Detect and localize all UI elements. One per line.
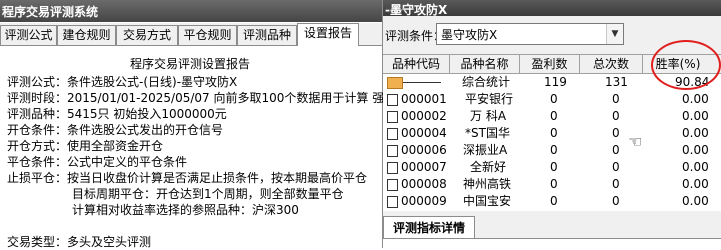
col-header-code[interactable]: 品种代码 — [383, 55, 450, 73]
window-titlebar: 程序交易评测系统 — [0, 0, 382, 22]
cell-code: 000006 — [401, 143, 447, 157]
col-header-total[interactable]: 总次数 — [580, 55, 643, 73]
table-row[interactable]: 000001 平安银行 0 0 0.00 — [383, 91, 721, 107]
cell-total: 0 — [612, 109, 620, 123]
report-line: 评测公式：条件选股公式-(日线)-墨守攻防X — [7, 75, 238, 89]
chevron-down-icon[interactable]: ▼ — [606, 24, 623, 44]
tree-line — [403, 82, 441, 83]
cell-total: 0 — [612, 126, 620, 140]
filter-combobox[interactable]: 墨守攻防X ▼ — [436, 23, 624, 45]
tab-bar: 评测公式 建仓规则 交易方式 平仓规则 评测品种 设置报告 — [0, 23, 382, 46]
cell-name: *ST国华 — [465, 126, 510, 140]
cell-code: 000007 — [401, 160, 447, 174]
hand-cursor-icon: ☜ — [628, 132, 643, 151]
report-line: 目标周期平仓：开仓达到1个周期，则全部数量平仓 — [72, 187, 344, 201]
cell-wins: 0 — [550, 109, 558, 123]
cell-code: 000002 — [401, 109, 447, 123]
row-checkbox[interactable] — [387, 128, 398, 140]
cell-winrate: 0.00 — [682, 92, 709, 106]
results-window: -墨守攻防X 评测条件： 墨守攻防X ▼ 品种代码 品种名称 盈利数 总次数 胜… — [383, 0, 721, 249]
cell-wins: 0 — [550, 143, 558, 157]
report-line: 止损平仓：按当日收盘价计算是否满足止损条件，按本期最高价平仓 — [7, 171, 368, 185]
tab-close-rules[interactable]: 平仓规则 — [178, 25, 237, 45]
row-checkbox[interactable] — [387, 196, 398, 208]
cell-total: 0 — [612, 143, 620, 157]
row-checkbox[interactable] — [387, 94, 398, 106]
highlight-circle — [651, 40, 721, 90]
table-row[interactable]: 000008 神州高铁 0 0 0.00 — [383, 176, 721, 192]
report-window: 程序交易评测系统 评测公式 建仓规则 交易方式 平仓规则 评测品种 设置报告 程… — [0, 0, 396, 249]
cell-winrate: 0.00 — [682, 160, 709, 174]
cell-name: 中国宝安 — [463, 194, 512, 208]
report-line: 平仓条件：公式中定义的平仓条件 — [7, 155, 188, 169]
cell-name: 平安银行 — [465, 92, 514, 106]
cell-name: 综合统计 — [462, 75, 511, 89]
cell-winrate: 0.00 — [682, 109, 709, 123]
cell-code: 000001 — [401, 92, 447, 106]
col-header-name[interactable]: 品种名称 — [450, 55, 520, 73]
cell-name: 神州高铁 — [463, 177, 512, 191]
cell-total: 131 — [605, 75, 628, 89]
tab-open-rules[interactable]: 建仓规则 — [57, 25, 116, 45]
report-line: 交易类型：多头及空头评测 — [7, 235, 152, 249]
cell-wins: 0 — [550, 194, 558, 208]
report-line: 开仓方式：使用全部资金开仓 — [7, 139, 164, 153]
results-title: -墨守攻防X — [385, 3, 448, 17]
tab-settings-report[interactable]: 设置报告 — [297, 23, 359, 46]
report-line: 开仓条件：条件选股公式发出的开仓信号 — [7, 123, 224, 137]
cell-code: 000008 — [401, 177, 447, 191]
cell-name: 万 科A — [470, 109, 507, 123]
tab-indicator-details[interactable]: 评测指标详情 — [383, 216, 475, 239]
window-title: 程序交易评测系统 — [2, 5, 99, 19]
cell-code: 000004 — [401, 126, 447, 140]
row-checkbox[interactable] — [387, 145, 398, 157]
table-row[interactable]: 000004 *ST国华 0 0 0.00 — [383, 125, 721, 141]
report-line: 评测时段：2015/01/01-2025/05/07 向前多取100个数据用于计… — [7, 91, 397, 105]
folder-icon — [387, 77, 403, 89]
cell-winrate: 0.00 — [682, 194, 709, 208]
cell-wins: 0 — [550, 126, 558, 140]
report-content: 程序交易评测设置报告 评测公式：条件选股公式-(日线)-墨守攻防X 评测时段：2… — [0, 46, 396, 249]
cell-name: 全新好 — [470, 160, 507, 174]
table-row[interactable]: 000002 万 科A 0 0 0.00 — [383, 108, 721, 124]
table-row[interactable]: 000007 全新好 0 0 0.00 — [383, 159, 721, 175]
table-row[interactable]: 000006 深振业A 0 0 0.00 — [383, 142, 721, 158]
cell-total: 0 — [612, 92, 620, 106]
tab-formula[interactable]: 评测公式 — [0, 25, 57, 45]
col-header-wins[interactable]: 盈利数 — [520, 55, 580, 73]
report-line: 评测品种：5415只 初始投入1000000元 — [7, 107, 227, 121]
cell-name: 深振业A — [463, 143, 508, 157]
cell-total: 0 — [612, 177, 620, 191]
tab-instruments[interactable]: 评测品种 — [237, 25, 297, 45]
row-checkbox[interactable] — [387, 111, 398, 123]
report-heading: 程序交易评测设置报告 — [129, 57, 250, 71]
cell-winrate: 0.00 — [682, 143, 709, 157]
row-checkbox[interactable] — [387, 179, 398, 191]
cell-wins: 0 — [550, 160, 558, 174]
cell-code: 000009 — [401, 194, 447, 208]
filter-value: 墨守攻防X — [441, 28, 498, 42]
table-row[interactable]: 000009 中国宝安 0 0 0.00 — [383, 193, 721, 209]
results-titlebar: -墨守攻防X — [383, 0, 721, 17]
tab-trade-mode[interactable]: 交易方式 — [116, 25, 178, 45]
row-checkbox[interactable] — [387, 162, 398, 174]
cell-winrate: 0.00 — [682, 126, 709, 140]
cell-total: 0 — [612, 160, 620, 174]
cell-wins: 0 — [550, 177, 558, 191]
cell-wins: 119 — [544, 75, 567, 89]
cell-winrate: 0.00 — [682, 177, 709, 191]
report-line: 计算相对收益率选择的参照品种：沪深300 — [72, 203, 299, 217]
cell-total: 0 — [612, 194, 620, 208]
details-panel — [383, 238, 721, 249]
cell-wins: 0 — [550, 92, 558, 106]
